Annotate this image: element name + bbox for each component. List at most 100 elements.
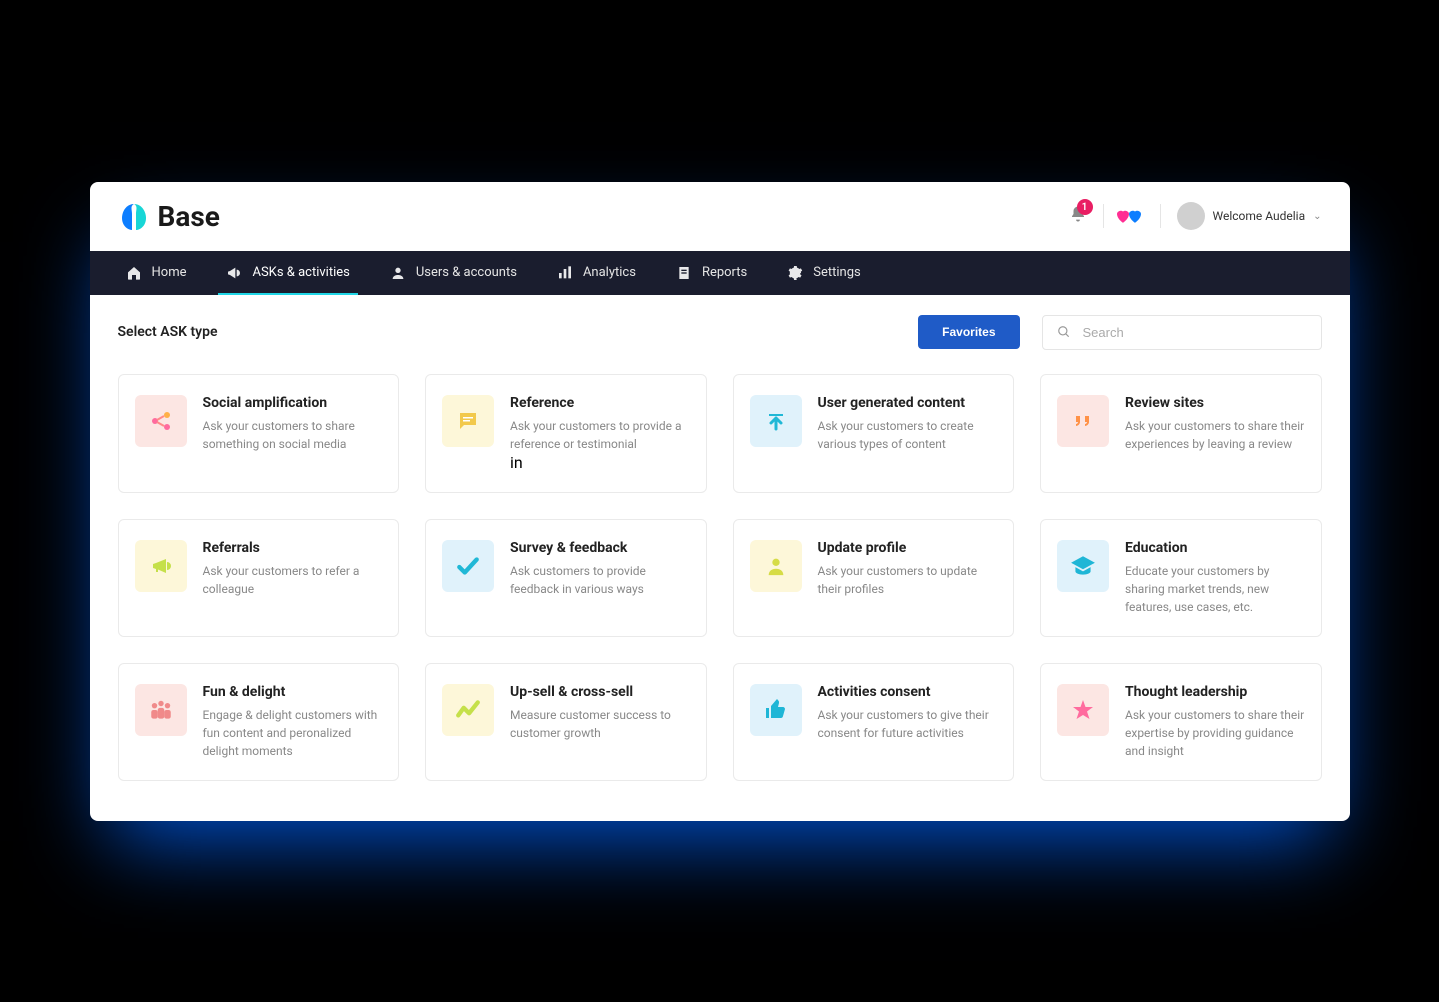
share-icon	[135, 395, 187, 447]
nav-analytics[interactable]: Analytics	[537, 251, 656, 295]
search-input[interactable]	[1083, 325, 1307, 340]
nav-label: Analytics	[583, 265, 636, 280]
chevron-down-icon: ⌄	[1313, 211, 1321, 222]
upload-icon	[750, 395, 802, 447]
divider	[1160, 204, 1161, 228]
topbar: Base 1 Welcome Audelia ⌄	[90, 182, 1350, 251]
card-desc: Ask your customers to share their experi…	[1125, 417, 1305, 453]
favorites-button[interactable]: Favorites	[918, 315, 1019, 349]
card-title: User generated content	[818, 395, 998, 411]
card-body: Review sites Ask your customers to share…	[1125, 395, 1305, 472]
card-review-sites[interactable]: Review sites Ask your customers to share…	[1040, 374, 1322, 493]
card-title: Education	[1125, 540, 1305, 556]
card-body: Fun & delight Engage & delight customers…	[203, 684, 383, 760]
card-desc: Ask customers to provide feedback in var…	[510, 562, 690, 598]
nav-home[interactable]: Home	[106, 251, 207, 295]
card-desc: Ask your customers to provide a referenc…	[510, 417, 690, 453]
people-icon	[135, 684, 187, 736]
star-icon	[1057, 684, 1109, 736]
trend-icon	[442, 684, 494, 736]
avatar	[1177, 202, 1205, 230]
nav-settings[interactable]: Settings	[767, 251, 880, 295]
card-referrals[interactable]: Referrals Ask your customers to refer a …	[118, 519, 400, 637]
bar-chart-icon	[557, 265, 573, 281]
card-social-amplification[interactable]: Social amplification Ask your customers …	[118, 374, 400, 493]
toolbar: Select ASK type Favorites	[90, 295, 1350, 366]
card-body: User generated content Ask your customer…	[818, 395, 998, 472]
nav-asks-activities[interactable]: ASKs & activities	[206, 251, 369, 295]
card-education[interactable]: Education Educate your customers by shar…	[1040, 519, 1322, 637]
nav-label: Home	[152, 265, 187, 280]
card-title: Reference	[510, 395, 690, 411]
toolbar-right: Favorites	[918, 315, 1321, 350]
card-body: Referrals Ask your customers to refer a …	[203, 540, 383, 616]
card-body: Activities consent Ask your customers to…	[818, 684, 998, 760]
quote-icon	[1057, 395, 1109, 447]
nav-label: Settings	[813, 265, 860, 280]
card-title: Review sites	[1125, 395, 1305, 411]
ask-type-grid: Social amplification Ask your customers …	[90, 366, 1350, 821]
graduation-cap-icon	[1057, 540, 1109, 592]
topbar-right: 1 Welcome Audelia ⌄	[1069, 202, 1322, 230]
card-upsell-crosssell[interactable]: Up-sell & cross-sell Measure customer su…	[425, 663, 707, 781]
card-body: Reference Ask your customers to provide …	[510, 395, 690, 472]
nav-reports[interactable]: Reports	[656, 251, 767, 295]
gear-icon	[787, 265, 803, 281]
brand-name: Base	[158, 200, 220, 233]
hearts-button[interactable]	[1120, 207, 1144, 225]
notifications-button[interactable]: 1	[1069, 205, 1087, 227]
logo: Base	[118, 200, 220, 233]
thumbs-up-icon	[750, 684, 802, 736]
nav-label: ASKs & activities	[252, 265, 349, 280]
card-title: Thought leadership	[1125, 684, 1305, 700]
document-icon	[676, 265, 692, 281]
card-desc: Ask your customers to update their profi…	[818, 562, 998, 598]
search-field[interactable]	[1042, 315, 1322, 350]
user-menu[interactable]: Welcome Audelia ⌄	[1177, 202, 1322, 230]
nav-users-accounts[interactable]: Users & accounts	[370, 251, 537, 295]
card-desc: Measure customer success to customer gro…	[510, 706, 690, 742]
card-desc: Engage & delight customers with fun cont…	[203, 706, 383, 760]
card-desc: Educate your customers by sharing market…	[1125, 562, 1305, 616]
card-update-profile[interactable]: Update profile Ask your customers to upd…	[733, 519, 1015, 637]
card-title: Update profile	[818, 540, 998, 556]
card-title: Fun & delight	[203, 684, 383, 700]
home-icon	[126, 265, 142, 281]
card-activities-consent[interactable]: Activities consent Ask your customers to…	[733, 663, 1015, 781]
card-fun-delight[interactable]: Fun & delight Engage & delight customers…	[118, 663, 400, 781]
card-body: Social amplification Ask your customers …	[203, 395, 383, 472]
welcome-label: Welcome Audelia	[1213, 209, 1306, 223]
card-reference[interactable]: Reference Ask your customers to provide …	[425, 374, 707, 493]
nav-label: Reports	[702, 265, 747, 280]
card-body: Survey & feedback Ask customers to provi…	[510, 540, 690, 616]
card-body: Update profile Ask your customers to upd…	[818, 540, 998, 616]
main-nav: Home ASKs & activities Users & accounts …	[90, 251, 1350, 295]
nav-label: Users & accounts	[416, 265, 517, 280]
heart-icon	[1126, 207, 1144, 225]
card-desc: Ask your customers to share their expert…	[1125, 706, 1305, 760]
person-icon	[750, 540, 802, 592]
card-title: Activities consent	[818, 684, 998, 700]
app-window: Base 1 Welcome Audelia ⌄	[90, 182, 1350, 821]
divider	[1103, 204, 1104, 228]
card-title: Social amplification	[203, 395, 383, 411]
search-icon	[1057, 325, 1071, 339]
card-title: Up-sell & cross-sell	[510, 684, 690, 700]
card-body: Thought leadership Ask your customers to…	[1125, 684, 1305, 760]
card-thought-leadership[interactable]: Thought leadership Ask your customers to…	[1040, 663, 1322, 781]
card-user-generated-content[interactable]: User generated content Ask your customer…	[733, 374, 1015, 493]
logo-mark-icon	[118, 200, 150, 232]
card-desc: Ask your customers to create various typ…	[818, 417, 998, 453]
card-survey-feedback[interactable]: Survey & feedback Ask customers to provi…	[425, 519, 707, 637]
check-icon	[442, 540, 494, 592]
chat-icon	[442, 395, 494, 447]
card-desc: Ask your customers to share something on…	[203, 417, 383, 453]
card-body: Education Educate your customers by shar…	[1125, 540, 1305, 616]
user-icon	[390, 265, 406, 281]
megaphone-icon	[135, 540, 187, 592]
card-desc: Ask your customers to refer a colleague	[203, 562, 383, 598]
card-body: Up-sell & cross-sell Measure customer su…	[510, 684, 690, 760]
megaphone-icon	[226, 265, 242, 281]
card-desc: Ask your customers to give their consent…	[818, 706, 998, 742]
page-title: Select ASK type	[118, 324, 218, 340]
